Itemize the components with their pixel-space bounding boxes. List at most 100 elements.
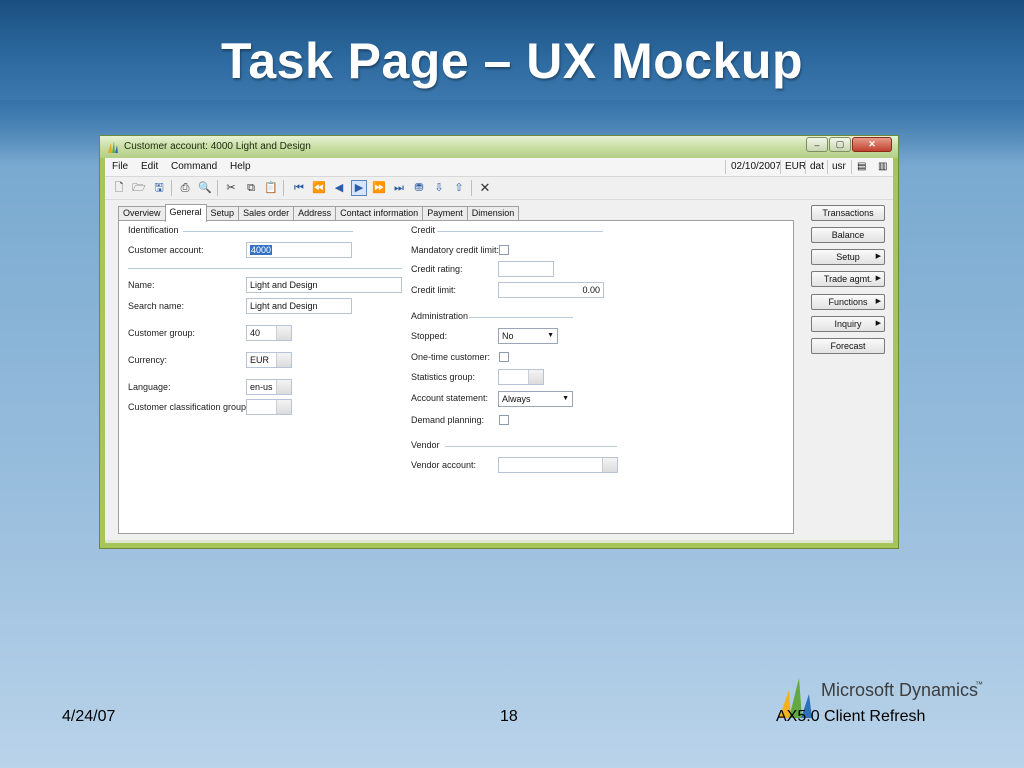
group-divider: [469, 317, 573, 318]
classification-label: Customer classification group:: [128, 402, 249, 412]
transactions-button[interactable]: Transactions: [811, 205, 885, 221]
customer-account-window: Customer account: 4000 Light and Design …: [99, 135, 899, 549]
new-icon[interactable]: 🗋: [111, 180, 127, 196]
statistics-group-lookup-button[interactable]: [528, 370, 543, 384]
menu-arrow-icon: ▶: [875, 320, 881, 327]
customer-group-label: Customer group:: [128, 328, 196, 338]
statistics-group-label: Statistics group:: [411, 372, 476, 382]
identification-group-header: Identification: [128, 225, 179, 235]
paste-icon[interactable]: 📋: [263, 180, 279, 196]
slide-page-number: 18: [500, 708, 518, 725]
previous-record-icon[interactable]: ◀: [331, 180, 347, 196]
status-separator: [851, 160, 852, 174]
open-icon[interactable]: 🗁: [131, 180, 147, 196]
credit-limit-field[interactable]: 0.00: [498, 282, 604, 298]
statistics-group-field[interactable]: [498, 369, 544, 385]
slide-footer-right: AX5.0 Client Refresh: [776, 708, 926, 725]
language-label: Language:: [128, 382, 171, 392]
menu-file[interactable]: File: [112, 161, 128, 172]
administration-group-header: Administration: [411, 311, 469, 321]
menu-command[interactable]: Command: [171, 161, 217, 172]
search-name-label: Search name:: [128, 301, 185, 311]
import-icon[interactable]: ⇩: [431, 180, 447, 196]
copy-icon[interactable]: ⧉: [243, 180, 259, 196]
logo-trademark: ™: [975, 680, 983, 689]
classification-field[interactable]: [246, 399, 292, 415]
first-record-icon[interactable]: ⏮: [291, 180, 307, 196]
currency-lookup-button[interactable]: [276, 353, 291, 367]
status-separator: [725, 160, 726, 174]
menu-help[interactable]: Help: [230, 161, 251, 172]
customer-group-field[interactable]: 40: [246, 325, 292, 341]
vendor-account-lookup-button[interactable]: [602, 458, 617, 472]
maximize-button[interactable]: ▢: [829, 137, 851, 152]
tab-overview[interactable]: Overview: [118, 206, 166, 221]
customer-group-lookup-button[interactable]: [276, 326, 291, 340]
toolbar: 🗋 🗁 🖫 ⎙ 🔍 ✂ ⧉ 📋 ⏮ ⏪ ◀ ▶ ⏩ ⏭ ⛃ ⇩ ⇧ ✕: [105, 177, 893, 200]
search-name-field[interactable]: Light and Design: [246, 298, 352, 314]
tab-strip: Overview General Setup Sales order Addre…: [118, 204, 520, 222]
classification-lookup-button[interactable]: [276, 400, 291, 414]
customer-account-label: Customer account:: [128, 245, 204, 255]
dynamics-app-icon: [108, 141, 118, 153]
demand-planning-checkbox[interactable]: [499, 415, 509, 425]
tab-sales-order[interactable]: Sales order: [238, 206, 295, 221]
save-icon[interactable]: 🖫: [151, 180, 167, 196]
inquiry-menu-button[interactable]: Inquiry ▶: [811, 316, 885, 332]
print-preview-icon[interactable]: 🔍: [197, 180, 213, 196]
balance-button[interactable]: Balance: [811, 227, 885, 243]
tab-dimension[interactable]: Dimension: [466, 206, 520, 221]
currency-field[interactable]: EUR: [246, 352, 292, 368]
tab-setup[interactable]: Setup: [205, 206, 240, 221]
export-icon[interactable]: ⇧: [451, 180, 467, 196]
tab-contact-information[interactable]: Contact information: [335, 206, 424, 221]
mandatory-credit-limit-label: Mandatory credit limit:: [411, 245, 500, 255]
general-tab-panel: Identification Customer account: 4000 Na…: [118, 220, 794, 534]
slide-date: 4/24/07: [62, 708, 116, 725]
vendor-group-header: Vendor: [411, 440, 440, 450]
layout-icon[interactable]: ▤: [857, 161, 866, 172]
account-statement-dropdown[interactable]: Always ▼: [498, 391, 573, 407]
group-divider: [445, 446, 617, 447]
next-page-icon[interactable]: ⏩: [371, 180, 387, 196]
minimize-button[interactable]: –: [806, 137, 828, 152]
menu-edit[interactable]: Edit: [141, 161, 158, 172]
customer-account-field[interactable]: 4000: [246, 242, 352, 258]
close-button[interactable]: ✕: [852, 137, 892, 152]
cut-icon[interactable]: ✂: [223, 180, 239, 196]
delete-icon[interactable]: ✕: [477, 180, 493, 196]
previous-page-icon[interactable]: ⏪: [311, 180, 327, 196]
status-separator: [780, 160, 781, 174]
setup-menu-button[interactable]: Setup ▶: [811, 249, 885, 265]
language-field[interactable]: en-us: [246, 379, 292, 395]
language-lookup-button[interactable]: [276, 380, 291, 394]
last-record-icon[interactable]: ⏭: [391, 180, 407, 196]
filter-icon[interactable]: ⛃: [411, 180, 427, 196]
stopped-dropdown[interactable]: No ▼: [498, 328, 558, 344]
menu-arrow-icon: ▶: [875, 298, 881, 305]
window-titlebar[interactable]: Customer account: 4000 Light and Design …: [100, 136, 898, 158]
chevron-down-icon: ▼: [562, 395, 569, 402]
credit-rating-label: Credit rating:: [411, 264, 463, 274]
demand-planning-label: Demand planning:: [411, 415, 485, 425]
tab-payment[interactable]: Payment: [422, 206, 468, 221]
mandatory-credit-limit-checkbox[interactable]: [499, 245, 509, 255]
tab-address[interactable]: Address: [293, 206, 337, 221]
one-time-customer-checkbox[interactable]: [499, 352, 509, 362]
options-icon[interactable]: ▥: [878, 161, 887, 172]
tab-general[interactable]: General: [164, 204, 207, 222]
name-label: Name:: [128, 280, 155, 290]
vendor-account-field[interactable]: [498, 457, 618, 473]
functions-menu-button[interactable]: Functions ▶: [811, 294, 885, 310]
next-record-icon[interactable]: ▶: [351, 180, 367, 196]
credit-rating-field[interactable]: [498, 261, 554, 277]
forecast-button[interactable]: Forecast: [811, 338, 885, 354]
vendor-account-label: Vendor account:: [411, 460, 477, 470]
print-icon[interactable]: ⎙: [177, 180, 193, 196]
menu-arrow-icon: ▶: [875, 253, 881, 260]
name-field[interactable]: Light and Design: [246, 277, 402, 293]
one-time-customer-label: One-time customer:: [411, 352, 491, 362]
status-user: usr: [832, 161, 846, 172]
toolbar-separator: [283, 180, 284, 196]
trade-agreement-menu-button[interactable]: Trade agmt. ▶: [811, 271, 885, 287]
